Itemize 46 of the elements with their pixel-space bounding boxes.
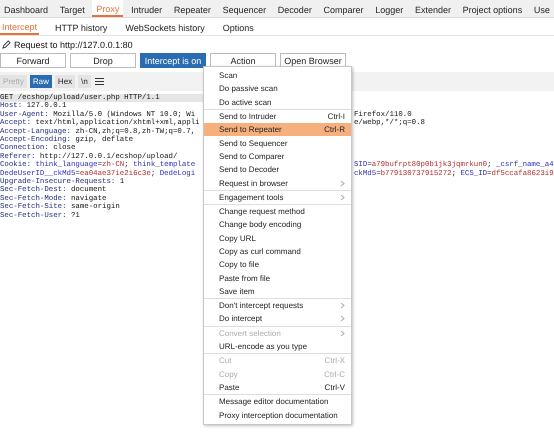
main-tab[interactable]: Dashboard — [0, 0, 52, 17]
menu-item[interactable]: Copy as curl command — [204, 244, 351, 258]
sub-tab[interactable]: WebSockets history — [123, 18, 207, 35]
menu-item[interactable]: Change request method — [204, 204, 351, 218]
sub-tab[interactable]: HTTP history — [53, 18, 110, 35]
menu-item[interactable]: Send to Sequencer — [204, 136, 351, 150]
view-mode-button[interactable]: Hex — [54, 75, 76, 88]
main-tab[interactable]: Repeater — [170, 0, 215, 17]
menu-item[interactable]: Change body encoding — [204, 218, 351, 232]
menu-item[interactable]: Scan — [204, 69, 351, 82]
main-tab[interactable]: Intruder — [127, 0, 166, 17]
main-tab[interactable]: Extender — [410, 0, 455, 17]
main-tab[interactable]: Decoder — [274, 0, 316, 17]
menu-item[interactable]: Do active scan — [204, 96, 351, 109]
pencil-icon — [2, 40, 11, 49]
menu-item[interactable]: Do passive scan — [204, 82, 351, 96]
menu-icon[interactable] — [94, 77, 105, 86]
sub-tab[interactable]: Options — [220, 18, 256, 35]
menu-item[interactable]: Send to Repeater Ctrl-R — [204, 123, 351, 136]
menu-item[interactable]: Paste Ctrl-V — [204, 380, 351, 394]
menu-item[interactable]: Send to Comparer — [204, 150, 351, 164]
view-mode-button[interactable]: Raw — [30, 75, 52, 88]
main-tab[interactable]: Use — [530, 0, 554, 17]
request-url: Request to http://127.0.0.1:80 — [14, 40, 133, 50]
main-tab[interactable]: Target — [56, 0, 89, 17]
menu-item[interactable]: Proxy interception documentation — [204, 408, 351, 422]
menu-item[interactable]: Don't intercept requests — [204, 299, 351, 312]
menu-item[interactable]: URL-encode as you type — [204, 340, 351, 354]
view-mode-button[interactable]: \n — [78, 75, 91, 88]
menu-item[interactable]: Request in browser — [204, 176, 351, 190]
menu-item[interactable]: Send to Decoder — [204, 163, 351, 176]
intercept-button[interactable]: Intercept is on — [140, 53, 206, 68]
menu-item[interactable]: Copy URL — [204, 232, 351, 245]
main-tab[interactable]: Comparer — [320, 0, 368, 17]
menu-item[interactable]: Save item — [204, 284, 351, 298]
intercept-button[interactable]: Forward — [0, 53, 66, 68]
intercept-button[interactable]: Drop — [70, 53, 136, 68]
main-tab[interactable]: Sequencer — [218, 0, 270, 17]
menu-item[interactable]: Paste from file — [204, 271, 351, 285]
menu-item[interactable]: Send to Intruder Ctrl-I — [204, 110, 351, 124]
menu-item[interactable]: Message editor documentation — [204, 395, 351, 408]
main-tab[interactable]: Logger — [371, 0, 408, 17]
menu-item[interactable]: Copy to file — [204, 258, 351, 272]
main-tab[interactable]: Project options — [458, 0, 526, 17]
menu-item[interactable]: Do intercept — [204, 312, 351, 326]
menu-item[interactable]: Engagement tools — [204, 190, 351, 204]
